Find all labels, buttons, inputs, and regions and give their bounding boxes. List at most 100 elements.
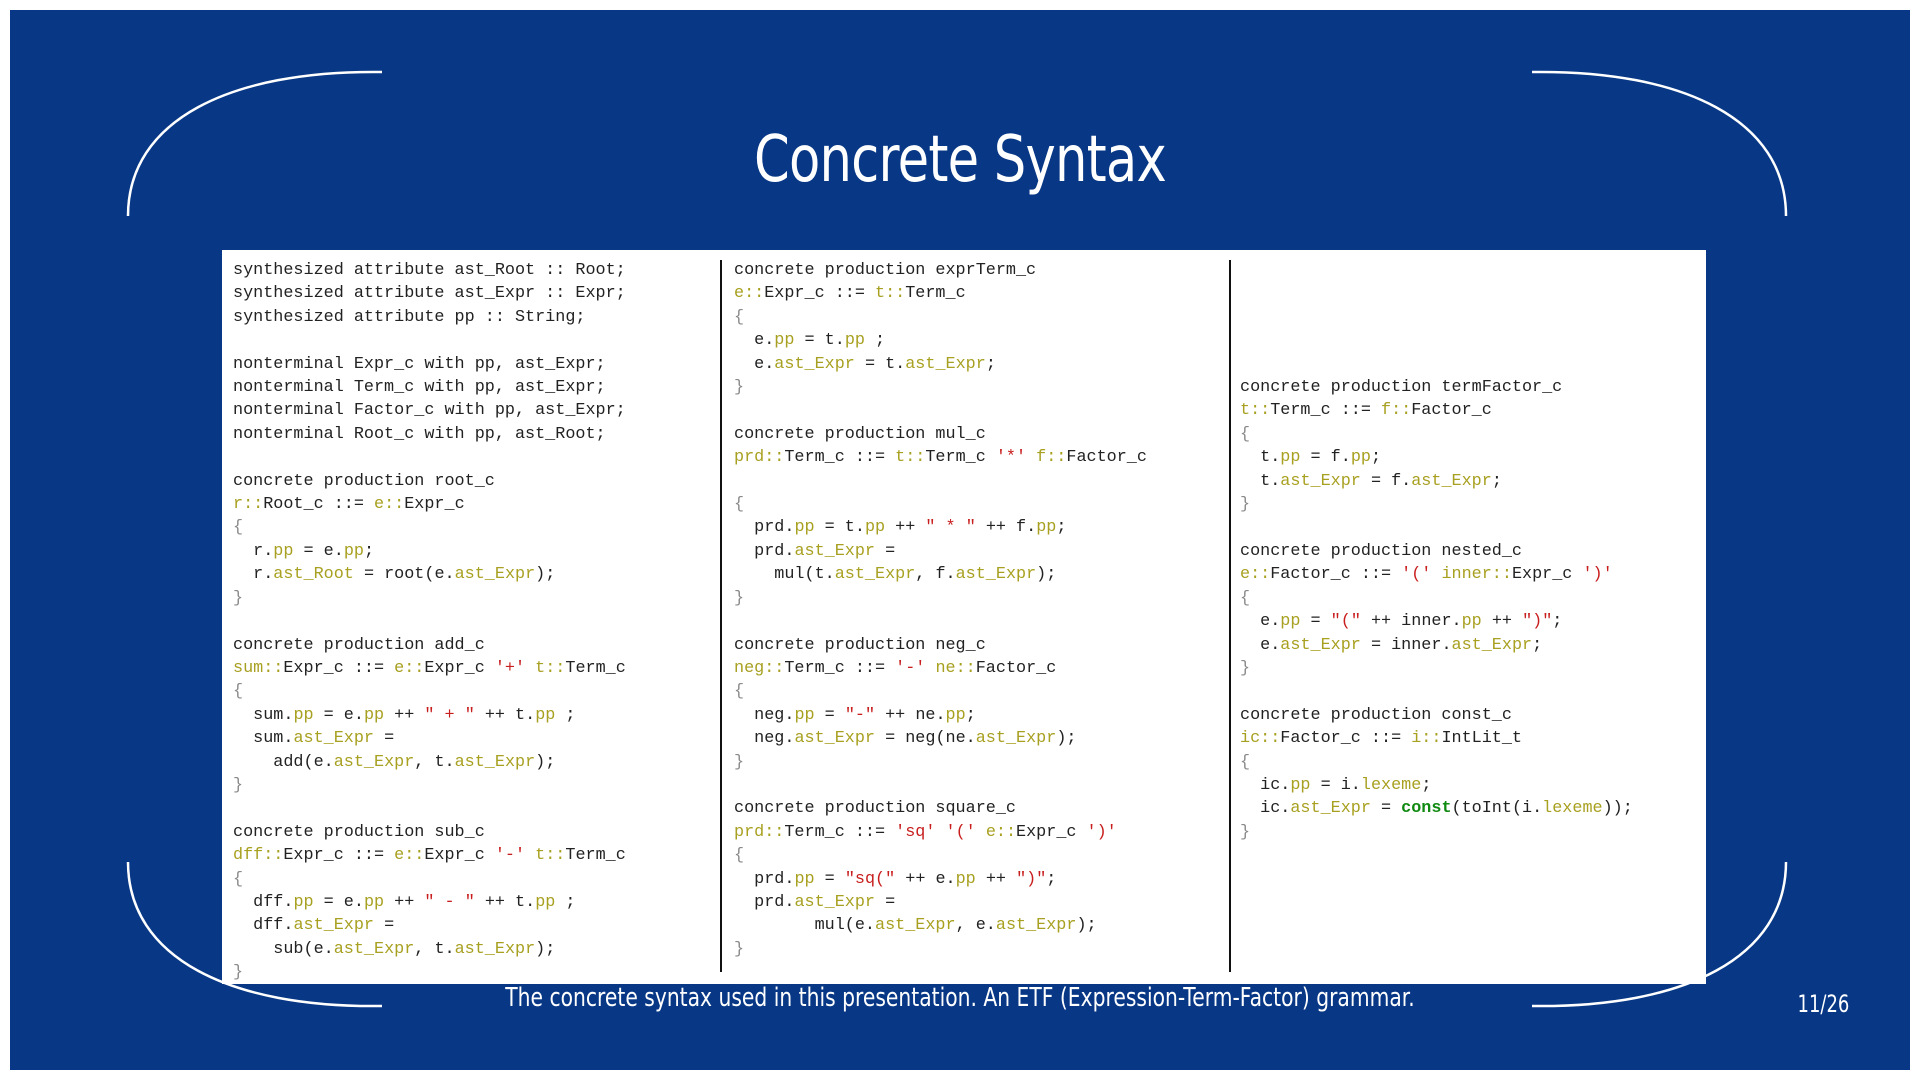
code-line: } bbox=[1240, 657, 1633, 680]
code-token: pp bbox=[1290, 775, 1311, 795]
code-token: Expr_c bbox=[1511, 565, 1583, 585]
code-line: sub(e.ast_Expr, t.ast_Expr); bbox=[233, 938, 626, 961]
code-token: Expr_c bbox=[404, 495, 465, 515]
code-token: ; bbox=[965, 705, 976, 725]
code-token: Expr_c ::= bbox=[764, 284, 875, 304]
code-token: ast_Expr bbox=[1280, 471, 1361, 491]
code-token: = bbox=[875, 892, 896, 912]
code-line: prd::Term_c ::= 'sq' '(' e::Expr_c ')' bbox=[734, 821, 1147, 844]
column-separator bbox=[1229, 260, 1231, 972]
code-token: ; bbox=[1491, 471, 1502, 491]
code-token: synthesized attribute pp :: String; bbox=[233, 307, 586, 327]
code-token: = i. bbox=[1310, 775, 1361, 795]
code-line: synthesized attribute ast_Expr :: Expr; bbox=[233, 282, 626, 305]
code-token: pp bbox=[864, 518, 886, 538]
code-token: ++ ne. bbox=[875, 705, 946, 725]
code-token: ++ bbox=[384, 705, 425, 725]
code-line: r::Root_c ::= e::Expr_c bbox=[233, 493, 626, 516]
code-line: { bbox=[1240, 587, 1633, 610]
code-token: Root_c ::= bbox=[263, 495, 374, 515]
code-token: lexeme bbox=[1360, 775, 1422, 795]
code-line: { bbox=[233, 868, 626, 891]
code-token: Factor_c bbox=[975, 658, 1057, 678]
code-token: nonterminal Factor_c with pp, ast_Expr; bbox=[233, 401, 626, 421]
code-line: mul(t.ast_Expr, f.ast_Expr); bbox=[734, 563, 1147, 586]
code-line: concrete production sub_c bbox=[233, 821, 626, 844]
code-token: sum:: bbox=[233, 658, 284, 678]
code-token: ')' bbox=[1086, 822, 1117, 842]
code-token: Term_c bbox=[565, 658, 626, 678]
code-token: } bbox=[734, 378, 745, 398]
code-line: t.pp = f.pp; bbox=[1240, 446, 1633, 469]
code-token: ; bbox=[1056, 518, 1067, 538]
code-token: ; bbox=[985, 354, 996, 374]
code-line: concrete production exprTerm_c bbox=[734, 259, 1147, 282]
code-token: { bbox=[233, 682, 244, 702]
code-token: " + " bbox=[424, 705, 475, 725]
code-token: pp bbox=[293, 892, 314, 912]
code-token: = t. bbox=[854, 354, 906, 374]
code-token: ast_Expr bbox=[794, 541, 876, 561]
code-token: ++ bbox=[1481, 612, 1523, 632]
code-token: '-' bbox=[494, 846, 526, 866]
code-token: " * " bbox=[925, 518, 976, 538]
code-token: ; bbox=[1046, 869, 1057, 889]
code-line: concrete production square_c bbox=[734, 797, 1147, 820]
code-token: , t. bbox=[414, 752, 455, 772]
code-line: synthesized attribute ast_Root :: Root; bbox=[233, 259, 626, 282]
code-token: t. bbox=[1240, 471, 1281, 491]
code-token: concrete production neg_c bbox=[734, 635, 986, 655]
code-token: concrete production const_c bbox=[1240, 705, 1512, 725]
code-line: neg::Term_c ::= '-' ne::Factor_c bbox=[734, 657, 1147, 680]
code-token: ); bbox=[1056, 729, 1077, 749]
code-token: '(' bbox=[1401, 565, 1432, 585]
code-line: sum::Expr_c ::= e::Expr_c '+' t::Term_c bbox=[233, 657, 626, 680]
code-token: concrete production sub_c bbox=[233, 822, 485, 842]
code-line: t.ast_Expr = f.ast_Expr; bbox=[1240, 470, 1633, 493]
code-line: { bbox=[1240, 751, 1633, 774]
code-line: } bbox=[233, 774, 626, 797]
code-token: pp bbox=[1036, 518, 1057, 538]
code-token: concrete production nested_c bbox=[1240, 541, 1522, 561]
code-token: pp bbox=[945, 705, 966, 725]
code-token: e:: bbox=[394, 658, 425, 678]
code-token: '(' bbox=[945, 822, 976, 842]
code-token: { bbox=[233, 518, 244, 538]
code-token: ')' bbox=[1582, 565, 1613, 585]
code-line: { bbox=[734, 844, 1147, 867]
code-line: prd.pp = t.pp ++ " * " ++ f.pp; bbox=[734, 516, 1147, 539]
code-line: concrete production add_c bbox=[233, 634, 626, 657]
code-token: mul(e. bbox=[734, 916, 875, 936]
code-token: = e. bbox=[313, 892, 364, 912]
code-token: concrete production add_c bbox=[233, 635, 485, 655]
code-line: r.ast_Root = root(e.ast_Expr); bbox=[233, 563, 626, 586]
code-token: Expr_c bbox=[424, 846, 495, 866]
code-line: concrete production root_c bbox=[233, 470, 626, 493]
code-token: pp bbox=[844, 331, 865, 351]
code-token: { bbox=[734, 682, 745, 702]
code-token: t:: bbox=[1240, 401, 1271, 421]
code-token: prd. bbox=[734, 541, 795, 561]
code-line: sum.pp = e.pp ++ " + " ++ t.pp ; bbox=[233, 704, 626, 727]
code-token: nonterminal Expr_c with pp, ast_Expr; bbox=[233, 354, 606, 374]
code-token: { bbox=[734, 495, 745, 515]
code-line: neg.pp = "-" ++ ne.pp; bbox=[734, 704, 1147, 727]
code-token: { bbox=[1240, 588, 1251, 608]
code-token: neg. bbox=[734, 705, 795, 725]
code-token: concrete production square_c bbox=[734, 799, 1016, 819]
code-token: concrete production mul_c bbox=[734, 424, 986, 444]
code-line: } bbox=[734, 376, 1147, 399]
code-token: )); bbox=[1602, 799, 1633, 819]
code-token: r. bbox=[233, 541, 274, 561]
code-token: ++ bbox=[384, 892, 425, 912]
code-token: ast_Expr bbox=[333, 939, 415, 959]
code-token: IntLit_t bbox=[1441, 729, 1523, 749]
code-token: e:: bbox=[394, 846, 425, 866]
code-token: synthesized attribute ast_Root :: Root; bbox=[233, 261, 626, 280]
code-token: pp bbox=[1280, 448, 1301, 468]
code-line: mul(e.ast_Expr, e.ast_Expr); bbox=[734, 914, 1147, 937]
